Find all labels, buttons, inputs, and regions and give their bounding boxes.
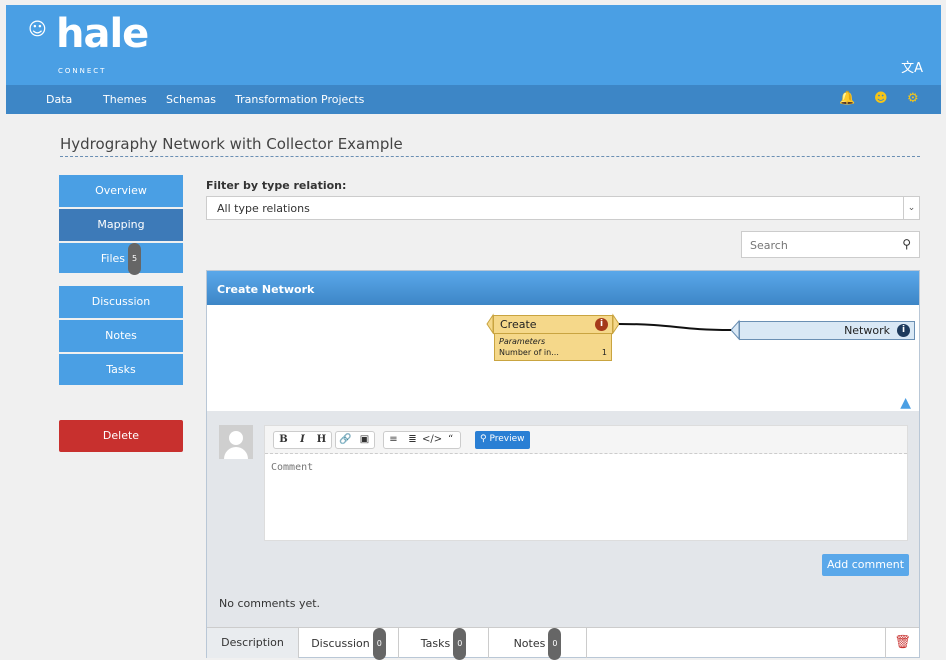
nav-data[interactable]: Data bbox=[46, 93, 72, 106]
tab-description[interactable]: Description bbox=[207, 628, 299, 658]
code-icon[interactable]: </> bbox=[422, 432, 442, 448]
create-function-header[interactable]: Create i bbox=[493, 315, 613, 334]
bold-icon[interactable]: B bbox=[274, 432, 293, 448]
logo-subtitle: CONNECT bbox=[58, 67, 107, 75]
bottom-tabs: Description Discussion 0 Tasks 0 Notes 0 🗑 bbox=[207, 627, 919, 660]
add-comment-button[interactable]: Add comment bbox=[822, 554, 909, 576]
avatar bbox=[219, 425, 253, 459]
trash-icon[interactable]: 🗑 bbox=[885, 628, 919, 658]
sidebar-item-tasks[interactable]: Tasks bbox=[59, 354, 183, 385]
mapping-connector-line bbox=[618, 323, 732, 331]
sidebar-item-files[interactable]: Files 5 bbox=[59, 243, 183, 275]
chevron-up-icon[interactable]: ▲ bbox=[900, 395, 911, 411]
preview-button[interactable]: ⚲ Preview bbox=[475, 431, 530, 449]
link-icon[interactable]: 🔗 bbox=[336, 432, 355, 448]
tab-notes[interactable]: Notes 0 bbox=[489, 628, 587, 660]
info-icon[interactable]: i bbox=[897, 324, 910, 337]
tab-tasks[interactable]: Tasks 0 bbox=[399, 628, 489, 660]
create-right-arrow bbox=[612, 313, 620, 335]
tasks-count-badge: 0 bbox=[453, 628, 467, 660]
people-icon: ☺ bbox=[28, 19, 47, 40]
type-relation-select[interactable]: All type relations ⌄ bbox=[206, 196, 920, 220]
bell-icon[interactable]: 🔔 bbox=[839, 91, 855, 106]
notes-count-badge: 0 bbox=[548, 628, 562, 660]
tab-discussion[interactable]: Discussion 0 bbox=[299, 628, 399, 660]
files-count-badge: 5 bbox=[128, 243, 142, 275]
sidebar-item-overview[interactable]: Overview bbox=[59, 175, 183, 207]
bullet-list-icon[interactable]: ≡ bbox=[384, 432, 403, 448]
comment-input[interactable] bbox=[271, 462, 901, 536]
italic-icon[interactable]: I bbox=[293, 432, 312, 448]
title-divider bbox=[60, 156, 920, 157]
nav-transformation-projects[interactable]: Transformation Projects bbox=[235, 93, 364, 106]
editor-toolbar: B I H 🔗 ▣ ≡ ≣ </> “ ⚲ Preview bbox=[265, 426, 907, 454]
chevron-down-icon[interactable]: ⌄ bbox=[903, 197, 919, 219]
logo-word: hale bbox=[56, 11, 149, 57]
search-input[interactable] bbox=[750, 236, 890, 254]
heading-icon[interactable]: H bbox=[312, 432, 331, 448]
select-value: All type relations bbox=[217, 202, 310, 215]
sidebar-item-discussion[interactable]: Discussion bbox=[59, 286, 183, 318]
sidebar-item-mapping[interactable]: Mapping bbox=[59, 209, 183, 241]
mapping-panel: Create Network Create i Parameters Numbe… bbox=[206, 270, 920, 660]
language-icon[interactable]: 文A bbox=[901, 57, 923, 76]
search-icon[interactable]: ⚲ bbox=[902, 237, 911, 251]
create-parameters: Parameters Number of in... 1 bbox=[494, 334, 612, 361]
image-icon[interactable]: ▣ bbox=[355, 432, 374, 448]
gear-icon[interactable]: ⚙ bbox=[907, 91, 919, 106]
network-target-type[interactable]: Network i bbox=[739, 321, 915, 340]
no-comments-text: No comments yet. bbox=[219, 597, 321, 610]
nav-themes[interactable]: Themes bbox=[103, 93, 147, 106]
search-box[interactable]: ⚲ bbox=[741, 231, 920, 258]
delete-button[interactable]: Delete bbox=[59, 420, 183, 452]
quote-icon[interactable]: “ bbox=[441, 432, 460, 448]
nav-schemas[interactable]: Schemas bbox=[166, 93, 216, 106]
comment-section: B I H 🔗 ▣ ≡ ≣ </> “ ⚲ Preview Add commen… bbox=[207, 411, 919, 627]
main-navbar: Data Themes Schemas Transformation Proje… bbox=[6, 85, 941, 114]
user-icon[interactable]: ☻ bbox=[874, 91, 888, 106]
page-title: Hydrography Network with Collector Examp… bbox=[60, 135, 403, 153]
discussion-count-badge: 0 bbox=[372, 628, 386, 660]
panel-title[interactable]: Create Network bbox=[207, 271, 919, 305]
filter-label: Filter by type relation: bbox=[206, 179, 347, 192]
sidebar-item-notes[interactable]: Notes bbox=[59, 320, 183, 352]
app-header: ☺ hale CONNECT 文A bbox=[6, 5, 941, 85]
comment-editor: B I H 🔗 ▣ ≡ ≣ </> “ ⚲ Preview bbox=[264, 425, 908, 541]
numbered-list-icon[interactable]: ≣ bbox=[403, 432, 422, 448]
info-icon[interactable]: i bbox=[595, 318, 608, 331]
create-function-box[interactable]: Create i Parameters Number of in... 1 bbox=[493, 315, 613, 361]
network-left-arrow bbox=[730, 319, 740, 341]
